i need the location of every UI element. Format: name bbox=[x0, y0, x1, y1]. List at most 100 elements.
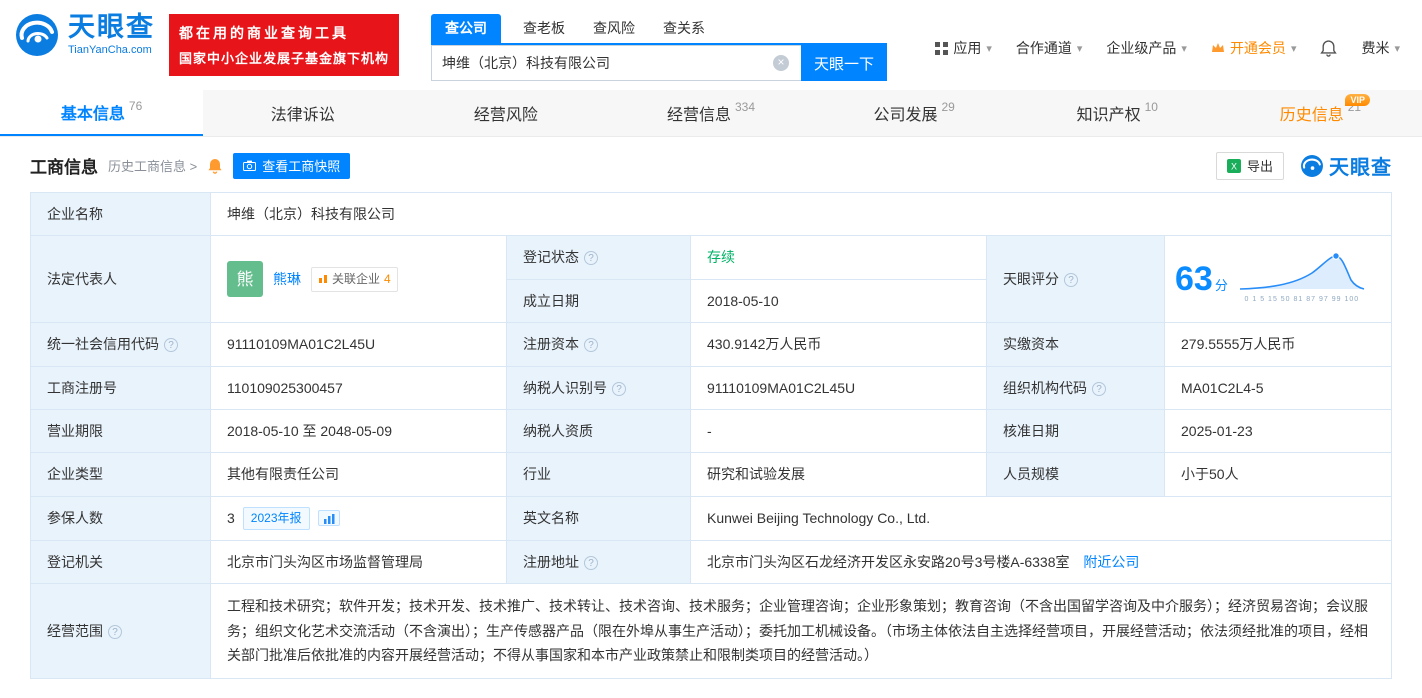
score-number: 63 bbox=[1175, 260, 1213, 298]
company-type-value: 其他有限责任公司 bbox=[211, 453, 507, 496]
help-icon[interactable]: ? bbox=[1064, 273, 1078, 287]
tianyancha-watermark: 天眼查 bbox=[1300, 151, 1392, 180]
export-button[interactable]: X 导出 bbox=[1216, 152, 1284, 180]
reminder-bell-icon[interactable] bbox=[207, 158, 223, 174]
avatar[interactable]: 熊 bbox=[227, 261, 263, 297]
table-row: 工商注册号 110109025300457 纳税人识别号? 91110109MA… bbox=[31, 366, 1392, 409]
taxpayer-id-value: 91110109MA01C2L45U bbox=[691, 366, 987, 409]
tab-business-info[interactable]: 经营信息 334 bbox=[609, 90, 812, 136]
business-info-table: 企业名称 坤维（北京）科技有限公司 法定代表人 熊 熊琳 关联企业 4 登记状态… bbox=[30, 192, 1392, 679]
tab-label: 法律诉讼 bbox=[271, 101, 335, 125]
establish-date-value: 2018-05-10 bbox=[691, 279, 987, 322]
taxpayer-quality-label: 纳税人资质 bbox=[507, 409, 691, 452]
label-text: 纳税人识别号 bbox=[523, 380, 607, 396]
help-icon[interactable]: ? bbox=[584, 556, 598, 570]
business-term-value: 2018-05-10 至 2048-05-09 bbox=[211, 409, 507, 452]
crown-icon bbox=[1211, 42, 1225, 54]
snapshot-button-label: 查看工商快照 bbox=[262, 156, 340, 175]
section-title: 工商信息 bbox=[30, 153, 98, 178]
status-badge: 存续 bbox=[707, 249, 735, 265]
insured-trend-chart-button[interactable] bbox=[318, 510, 340, 526]
nearby-companies-link[interactable]: 附近公司 bbox=[1083, 554, 1139, 570]
history-business-info-link[interactable]: 历史工商信息 > bbox=[108, 156, 197, 175]
establish-date-label: 成立日期 bbox=[507, 279, 691, 322]
tab-label: 经营信息 bbox=[667, 101, 731, 125]
tab-count: 334 bbox=[735, 100, 755, 114]
nav-cooperation[interactable]: 合作通道 ▾ bbox=[1016, 38, 1083, 58]
staff-size-label: 人员规模 bbox=[987, 453, 1165, 496]
tab-operating-risk[interactable]: 经营风险 bbox=[406, 90, 609, 136]
chevron-down-icon: ▾ bbox=[1077, 42, 1083, 55]
main-tabs: 基本信息 76 法律诉讼 经营风险 经营信息 334 公司发展 29 知识产权 … bbox=[0, 90, 1422, 137]
clear-icon[interactable]: × bbox=[773, 55, 789, 71]
tab-company-development[interactable]: 公司发展 29 bbox=[813, 90, 1016, 136]
search-tab-risk[interactable]: 查风险 bbox=[593, 14, 635, 43]
registered-capital-value: 430.9142万人民币 bbox=[691, 323, 987, 366]
legal-rep-cell: 熊 熊琳 关联企业 4 bbox=[211, 236, 507, 323]
help-icon[interactable]: ? bbox=[108, 625, 122, 639]
score-curve bbox=[1238, 253, 1366, 293]
search-box: × 天眼一下 bbox=[431, 45, 887, 81]
nav-apps-label: 应用 bbox=[953, 38, 981, 58]
bell-icon bbox=[1320, 40, 1337, 57]
search-tabs: 查公司 查老板 查风险 查关系 bbox=[431, 14, 887, 45]
brand-domain: TianYanCha.com bbox=[68, 44, 155, 56]
export-button-label: 导出 bbox=[1247, 156, 1273, 175]
tab-label: 经营风险 bbox=[474, 101, 538, 125]
staff-size-value: 小于50人 bbox=[1165, 453, 1392, 496]
registration-number-label: 工商注册号 bbox=[31, 366, 211, 409]
tab-history-info[interactable]: 历史信息 21 VIP bbox=[1219, 90, 1422, 136]
registration-authority-value: 北京市门头沟区市场监督管理局 bbox=[211, 540, 507, 583]
tianyan-score-cell: 63分 0 1 5 15 50 81 87 97 99 100 bbox=[1165, 236, 1392, 323]
svg-text:X: X bbox=[1231, 161, 1237, 171]
help-icon[interactable]: ? bbox=[584, 251, 598, 265]
nav-user[interactable]: 费米 ▾ bbox=[1361, 38, 1400, 58]
tab-basic-info[interactable]: 基本信息 76 bbox=[0, 90, 203, 136]
help-icon[interactable]: ? bbox=[164, 338, 178, 352]
legal-rep-name-link[interactable]: 熊琳 bbox=[273, 268, 301, 290]
tianyan-score-label: 天眼评分? bbox=[987, 236, 1165, 323]
notification-bell[interactable] bbox=[1320, 40, 1337, 57]
taxpayer-id-label: 纳税人识别号? bbox=[507, 366, 691, 409]
chevron-down-icon: ▾ bbox=[1394, 42, 1400, 55]
help-icon[interactable]: ? bbox=[1092, 382, 1106, 396]
tianyancha-logo[interactable]: 天眼查 TianYanCha.com bbox=[14, 12, 155, 58]
insured-count-cell: 3 2023年报 bbox=[211, 496, 507, 540]
tab-intellectual-property[interactable]: 知识产权 10 bbox=[1016, 90, 1219, 136]
approval-date-label: 核准日期 bbox=[987, 409, 1165, 452]
search-button[interactable]: 天眼一下 bbox=[801, 45, 887, 81]
taxpayer-quality-value: - bbox=[691, 409, 987, 452]
bar-chart-icon bbox=[323, 513, 335, 525]
search-tab-boss[interactable]: 查老板 bbox=[523, 14, 565, 43]
insured-count-value: 3 bbox=[227, 507, 235, 529]
credit-code-label: 统一社会信用代码? bbox=[31, 323, 211, 366]
tab-label: 基本信息 bbox=[61, 100, 125, 124]
label-text: 组织机构代码 bbox=[1003, 380, 1087, 396]
search-tab-relation[interactable]: 查关系 bbox=[663, 14, 705, 43]
nav-apps[interactable]: 应用 ▾ bbox=[935, 38, 992, 58]
nav-user-label: 费米 bbox=[1361, 38, 1389, 58]
nav-enterprise-products[interactable]: 企业级产品 ▾ bbox=[1106, 38, 1187, 58]
promo-line1: 都在用的商业查询工具 bbox=[179, 23, 389, 43]
section-header-right: X 导出 天眼查 bbox=[1216, 151, 1392, 180]
tab-count: 10 bbox=[1145, 100, 1158, 114]
table-row: 经营范围? 工程和技术研究；软件开发；技术开发、技术推广、技术转让、技术咨询、技… bbox=[31, 584, 1392, 679]
search-tab-company[interactable]: 查公司 bbox=[431, 14, 501, 43]
promo-banner: 都在用的商业查询工具 国家中小企业发展子基金旗下机构 bbox=[169, 14, 399, 76]
help-icon[interactable]: ? bbox=[612, 382, 626, 396]
related-companies-badge[interactable]: 关联企业 4 bbox=[311, 267, 398, 292]
credit-code-value: 91110109MA01C2L45U bbox=[211, 323, 507, 366]
paid-capital-label: 实缴资本 bbox=[987, 323, 1165, 366]
business-snapshot-button[interactable]: 查看工商快照 bbox=[233, 153, 350, 179]
industry-label: 行业 bbox=[507, 453, 691, 496]
score-distribution-chart: 0 1 5 15 50 81 87 97 99 100 bbox=[1238, 253, 1366, 305]
label-text: 注册地址 bbox=[523, 554, 579, 570]
annual-report-link[interactable]: 2023年报 bbox=[243, 507, 310, 530]
company-type-label: 企业类型 bbox=[31, 453, 211, 496]
nav-membership[interactable]: 开通会员 ▾ bbox=[1211, 38, 1297, 58]
tab-legal-proceedings[interactable]: 法律诉讼 bbox=[203, 90, 406, 136]
score-axis-ticks: 0 1 5 15 50 81 87 97 99 100 bbox=[1245, 294, 1360, 305]
business-scope-cell: 工程和技术研究；软件开发；技术开发、技术推广、技术转让、技术咨询、技术服务；企业… bbox=[211, 584, 1392, 679]
help-icon[interactable]: ? bbox=[584, 338, 598, 352]
search-input[interactable] bbox=[431, 45, 801, 81]
